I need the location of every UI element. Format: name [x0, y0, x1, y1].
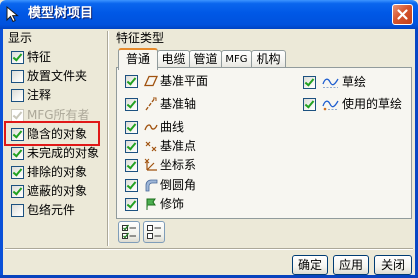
- checkbox[interactable]: [303, 76, 316, 89]
- datum-point-icon: [144, 139, 158, 153]
- window-frame-left: [0, 29, 3, 278]
- ok-button[interactable]: 确定: [292, 255, 328, 275]
- close-button[interactable]: 关闭: [374, 255, 412, 275]
- checkbox-label: 未完成的对象: [27, 146, 100, 160]
- feature-item-datum-plane[interactable]: 基准平面: [125, 74, 225, 88]
- button-separator: [5, 248, 413, 250]
- checkbox[interactable]: [125, 98, 138, 111]
- checkbox[interactable]: [11, 51, 24, 64]
- display-item-features[interactable]: 特征: [11, 50, 101, 64]
- checkbox[interactable]: [125, 159, 138, 172]
- feature-item-datum-point[interactable]: 基准点: [125, 139, 225, 153]
- select-all-button[interactable]: [118, 221, 140, 243]
- tab-mechanism[interactable]: 机构: [251, 50, 286, 68]
- checkbox-label: 草绘: [342, 75, 367, 89]
- feature-item-sketch[interactable]: 草绘: [303, 75, 407, 89]
- model-tree-items-dialog: 模型树项目 显示 特征 放置文件夹 注释 MFG所有者 隐含的对象 未完成的对象…: [0, 0, 418, 278]
- checkbox-label: 基准平面: [160, 74, 209, 88]
- feature-types-group-label: 特征类型: [116, 31, 165, 45]
- datum-axis-icon: [144, 97, 158, 111]
- feature-item-used-sketch[interactable]: 使用的草绘: [303, 97, 407, 111]
- checkbox[interactable]: [125, 121, 138, 134]
- display-group-label: 显示: [8, 31, 33, 45]
- group-divider: [107, 31, 109, 246]
- cosmetic-icon: [144, 197, 158, 211]
- checkbox-label: 使用的草绘: [342, 97, 403, 111]
- checkbox-label: 包络元件: [27, 203, 76, 217]
- display-item-envelope-components[interactable]: 包络元件: [11, 203, 101, 217]
- checkbox[interactable]: [125, 179, 138, 192]
- checkbox[interactable]: [11, 185, 24, 198]
- feature-item-curve[interactable]: 曲线: [125, 120, 225, 134]
- checkbox[interactable]: [303, 98, 316, 111]
- feature-item-cosmetic[interactable]: 修饰: [125, 197, 225, 211]
- checkbox[interactable]: [11, 166, 24, 179]
- close-window-button[interactable]: [392, 4, 413, 25]
- display-item-placement-folders[interactable]: 放置文件夹: [11, 69, 101, 83]
- checkbox[interactable]: [11, 147, 24, 160]
- checkbox-label: MFG所有者: [27, 108, 90, 122]
- checkbox[interactable]: [125, 198, 138, 211]
- checkbox-label: 特征: [27, 50, 52, 64]
- tab-general[interactable]: 普通: [118, 48, 158, 70]
- checkbox-label: 修饰: [160, 197, 185, 211]
- checkbox-label: 倒圆角: [160, 178, 197, 192]
- clear-all-button[interactable]: [143, 221, 165, 243]
- datum-plane-icon: [143, 74, 159, 88]
- tab-piping[interactable]: 管道: [189, 50, 222, 68]
- checkbox-label: 坐标系: [160, 158, 197, 172]
- curve-icon: [144, 120, 158, 134]
- checkbox-label: 曲线: [160, 120, 185, 134]
- coordinate-system-icon: [144, 158, 158, 172]
- apply-button[interactable]: 应用: [333, 255, 369, 275]
- sketch-icon: [322, 75, 339, 89]
- feature-item-round[interactable]: 倒圆角: [125, 178, 225, 192]
- checkbox-label: 排除的对象: [27, 165, 88, 179]
- checkbox[interactable]: [125, 140, 138, 153]
- display-item-blanked-objects[interactable]: 遮蔽的对象: [11, 184, 101, 198]
- window-title: 模型树项目: [28, 6, 94, 21]
- checkbox-label: 基准轴: [160, 97, 197, 111]
- cursor-arrow-icon: [4, 5, 22, 23]
- checkbox-label: 放置文件夹: [27, 69, 88, 83]
- checkbox[interactable]: [125, 75, 138, 88]
- feature-item-coordinate-system[interactable]: 坐标系: [125, 158, 225, 172]
- checkbox[interactable]: [11, 70, 24, 83]
- round-icon: [144, 178, 158, 192]
- highlight-annotation: [4, 121, 100, 146]
- display-item-excluded-objects[interactable]: 排除的对象: [11, 165, 101, 179]
- display-item-annotations[interactable]: 注释: [11, 88, 101, 102]
- checkbox[interactable]: [11, 89, 24, 102]
- checkbox-label: 注释: [27, 88, 52, 102]
- used-sketch-icon: [322, 97, 339, 111]
- tab-cable[interactable]: 电缆: [157, 50, 190, 68]
- tab-mfg[interactable]: MFG: [221, 50, 252, 68]
- checkbox-label: 基准点: [160, 139, 197, 153]
- checkbox[interactable]: [11, 204, 24, 217]
- feature-item-datum-axis[interactable]: 基准轴: [125, 97, 225, 111]
- title-bar[interactable]: 模型树项目: [0, 0, 418, 29]
- display-item-incomplete-objects[interactable]: 未完成的对象: [11, 146, 101, 160]
- checkbox-label: 遮蔽的对象: [27, 184, 88, 198]
